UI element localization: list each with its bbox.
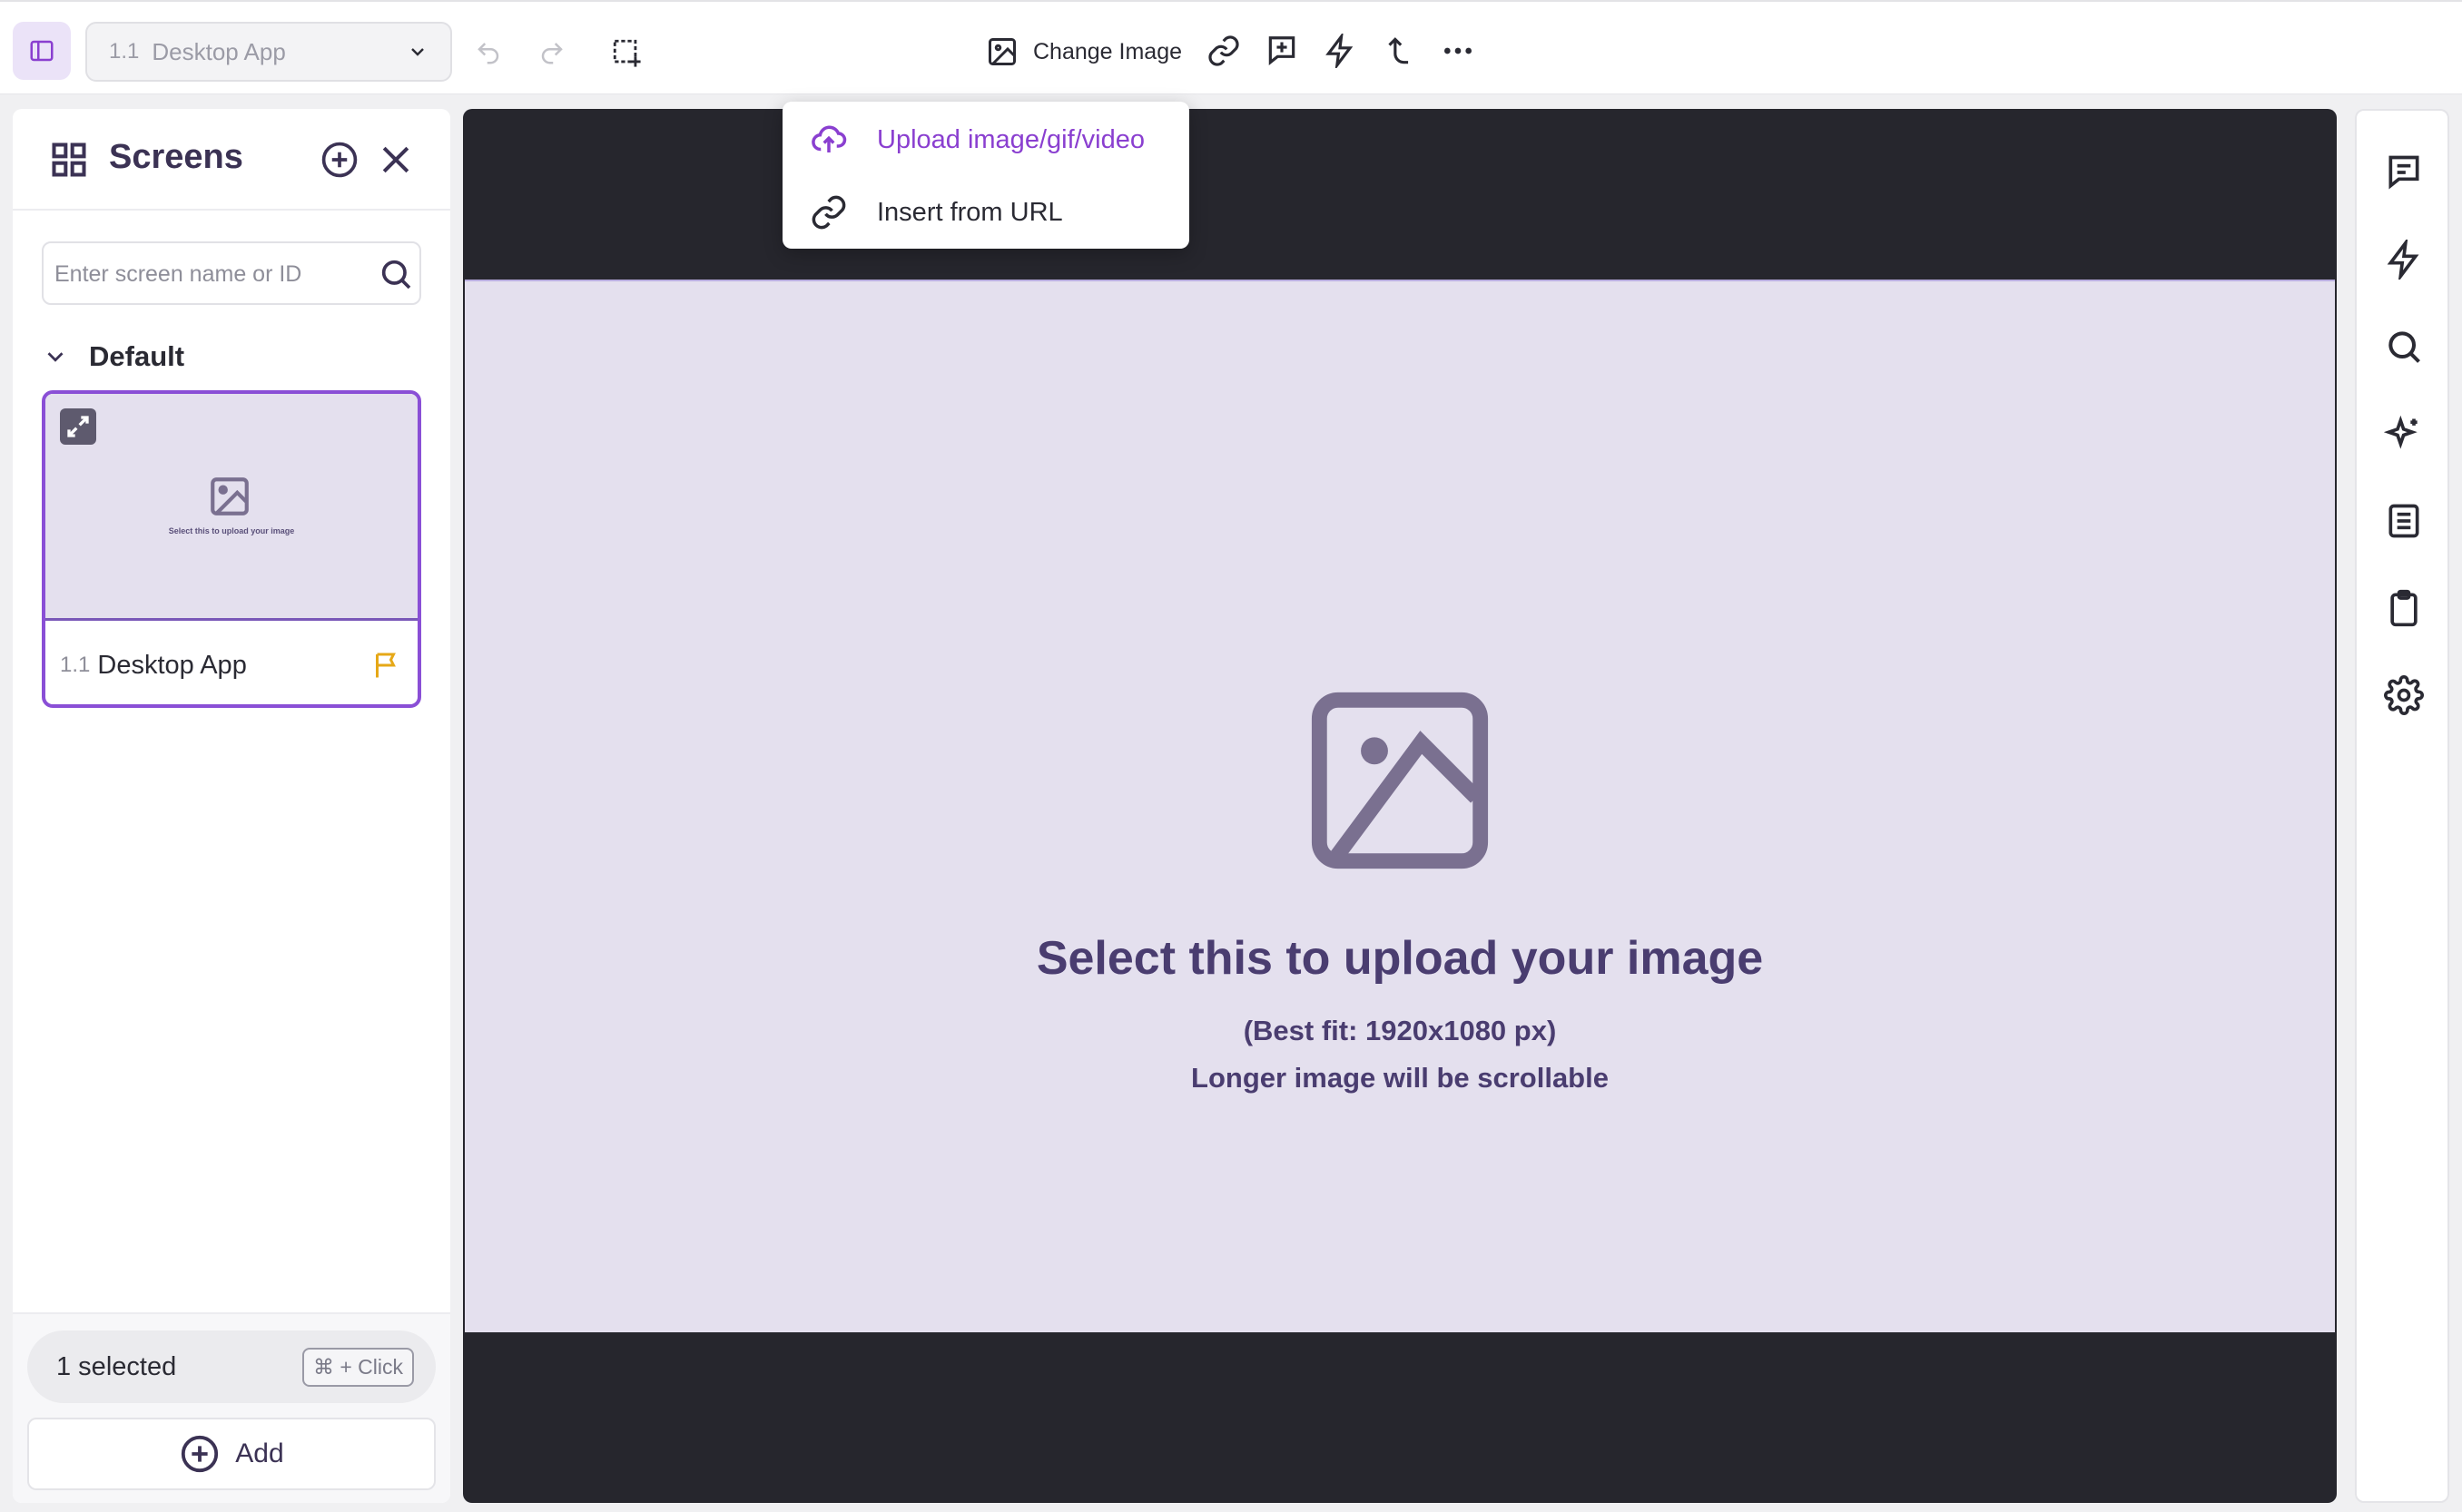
cloud-upload-icon [812, 125, 847, 152]
add-screen-icon[interactable] [320, 140, 359, 180]
image-placeholder-icon [211, 477, 249, 515]
chevron-down-icon [411, 48, 424, 56]
change-image-menu: Upload image/gif/video Insert from URL [783, 102, 1189, 249]
comments-icon[interactable] [2384, 152, 2424, 192]
screens-panel: Screens Default Select this to upload yo… [13, 109, 450, 1503]
more-horizontal-icon [1444, 47, 1472, 54]
undo-icon [478, 43, 499, 64]
grid-icon [52, 142, 86, 177]
selection-status: 1 selected ⌘ + Click [27, 1330, 436, 1403]
chevron-down-icon [47, 352, 64, 362]
link-icon [1208, 35, 1239, 66]
screen-card[interactable]: Select this to upload your image 1.1 Des… [42, 390, 421, 708]
upload-image-label: Upload image/gif/video [877, 124, 1146, 154]
document-icon[interactable] [2384, 501, 2424, 541]
change-image-label: Change Image [1033, 38, 1183, 64]
expand-button[interactable] [60, 408, 96, 445]
close-icon[interactable] [376, 140, 416, 180]
add-comment-button[interactable] [1256, 25, 1307, 76]
bolt-icon[interactable] [2384, 240, 2424, 280]
image-upload-area[interactable]: Select this to upload your image (Best f… [465, 280, 2335, 1332]
settings-icon[interactable] [2384, 675, 2424, 715]
selected-count: 1 selected [56, 1351, 177, 1381]
sparkle-icon[interactable] [2384, 414, 2424, 454]
screen-group-default[interactable]: Default [42, 334, 184, 379]
add-hotspot-button[interactable] [601, 27, 652, 78]
corner-up-left-icon [1388, 37, 1409, 64]
upload-image-menu-item[interactable]: Upload image/gif/video [783, 103, 1189, 176]
add-circle-icon [182, 1435, 219, 1473]
bolt-icon [1325, 34, 1354, 68]
upload-title: Select this to upload your image [1036, 932, 1764, 985]
expand-icon [67, 416, 89, 437]
image-icon [989, 38, 1016, 65]
screen-selector-number: 1.1 [109, 39, 140, 64]
thumbnail-caption: Select this to upload your image [168, 526, 295, 535]
interactions-button[interactable] [1315, 25, 1365, 76]
screens-panel-header: Screens [13, 109, 450, 211]
screen-search [42, 241, 421, 305]
sidebar-toggle-button[interactable] [13, 22, 71, 80]
image-placeholder-icon [1311, 692, 1489, 869]
screen-card-footer: 1.1 Desktop App [45, 626, 418, 704]
upload-best-fit: (Best fit: 1920x1080 px) [1243, 1015, 1557, 1046]
screen-selector[interactable]: 1.1 Desktop App [85, 22, 452, 82]
upload-scroll-note: Longer image will be scrollable [1191, 1062, 1609, 1094]
top-toolbar: 1.1 Desktop App Change Image [0, 0, 2462, 94]
navigate-up-button[interactable] [1373, 25, 1423, 76]
flag-icon[interactable] [370, 649, 403, 682]
search-icon[interactable] [2384, 327, 2424, 367]
more-options-button[interactable] [1433, 25, 1483, 76]
right-tool-rail [2355, 109, 2449, 1503]
add-screen-button[interactable]: Add [27, 1418, 436, 1490]
undo-button[interactable] [463, 27, 514, 78]
screen-card-number: 1.1 [60, 653, 91, 677]
clipboard-icon[interactable] [2384, 588, 2424, 628]
screens-panel-title: Screens [109, 138, 243, 176]
redo-button[interactable] [527, 27, 577, 78]
redo-icon [541, 43, 563, 64]
screen-selector-name: Desktop App [152, 37, 286, 65]
design-canvas: Select this to upload your image (Best f… [463, 109, 2337, 1503]
add-screen-label: Add [235, 1438, 284, 1468]
screen-search-input[interactable] [54, 256, 363, 292]
link-button[interactable] [1198, 25, 1249, 76]
dashed-select-add-icon [613, 39, 641, 67]
screen-card-name: Desktop App [97, 650, 247, 680]
search-icon[interactable] [378, 256, 414, 292]
insert-url-label: Insert from URL [877, 197, 1063, 227]
screen-thumbnail: Select this to upload your image [45, 394, 418, 621]
insert-url-menu-item[interactable]: Insert from URL [783, 176, 1189, 249]
change-image-button[interactable]: Change Image [986, 25, 1182, 78]
multi-select-shortcut-hint: ⌘ + Click [301, 1347, 414, 1387]
screens-panel-footer: 1 selected ⌘ + Click Add [13, 1312, 450, 1503]
sidebar-panel-icon [30, 40, 54, 62]
comment-add-icon [1268, 36, 1295, 65]
screen-group-label: Default [89, 340, 185, 372]
link-icon [812, 195, 846, 230]
